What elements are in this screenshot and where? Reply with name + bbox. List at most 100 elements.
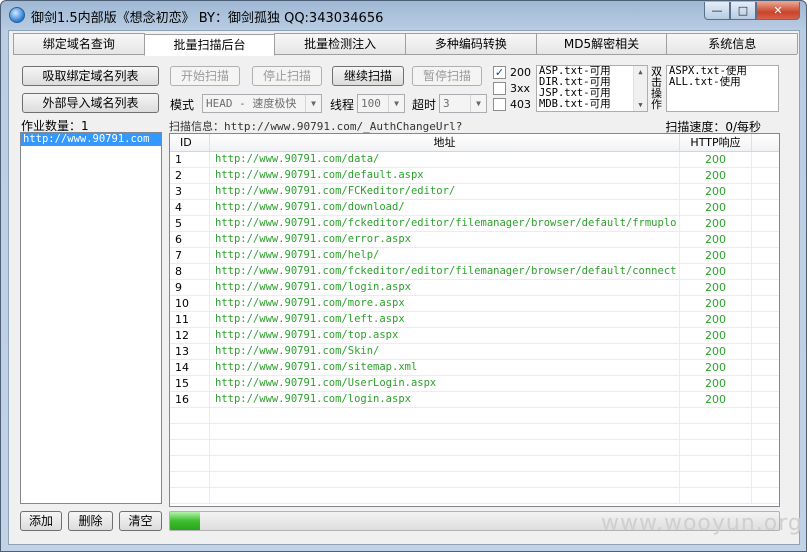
title-bar[interactable]: 御剑1.5内部版《想念初恋》 BY：御剑孤独 QQ:343034656 — □ … xyxy=(1,1,806,29)
timeout-label: 超时 xyxy=(412,98,437,112)
table-row[interactable]: 15 http://www.90791.com/UserLogin.aspx 200 xyxy=(170,376,779,392)
column-header-id[interactable]: ID xyxy=(170,134,210,151)
chevron-down-icon: ▼ xyxy=(470,95,486,112)
table-row[interactable]: 10 http://www.90791.com/more.aspx 200 xyxy=(170,296,779,312)
tab-bar: 绑定域名查询 批量扫描后台 批量检测注入 多种编码转换 MD5解密相关 系统信息 xyxy=(13,33,799,56)
row-http-code: 200 xyxy=(680,200,752,215)
list-item[interactable]: ALL.txt-使用 xyxy=(667,77,778,88)
table-row[interactable]: 5 http://www.90791.com/fckeditor/editor/f… xyxy=(170,216,779,232)
scroll-up-icon[interactable]: ▲ xyxy=(634,67,647,77)
dictionary-scrollbar[interactable]: ▲ ▼ xyxy=(633,66,647,111)
checkmark-icon: ✓ xyxy=(493,66,506,79)
table-row[interactable] xyxy=(170,408,779,424)
tab-2[interactable]: 批量检测注入 xyxy=(274,33,407,54)
scroll-down-icon[interactable]: ▼ xyxy=(634,100,647,110)
delete-button[interactable]: 删除 xyxy=(68,511,113,531)
stop-scan-button[interactable]: 停止扫描 xyxy=(252,66,322,86)
row-filler xyxy=(752,168,779,183)
row-http-code: 200 xyxy=(680,312,752,327)
row-filler xyxy=(752,392,779,407)
chevron-down-icon: ▼ xyxy=(305,95,321,112)
table-row[interactable] xyxy=(170,472,779,488)
table-row[interactable]: 4 http://www.90791.com/download/200 xyxy=(170,200,779,216)
import-bound-domains-button[interactable]: 吸取绑定域名列表 xyxy=(22,66,159,86)
status-200-checkbox[interactable]: ✓ 200 xyxy=(493,66,531,79)
mode-select-value: HEAD - 速度极快 xyxy=(206,97,297,110)
dictionary-list-2[interactable]: ASPX.txt-使用 ALL.txt-使用 xyxy=(666,65,779,112)
column-header-url[interactable]: 地址 xyxy=(210,134,680,151)
row-http-code: 200 xyxy=(680,152,752,167)
threads-select[interactable]: 100 ▼ xyxy=(357,94,405,113)
row-http-code xyxy=(680,488,752,503)
table-row[interactable]: 2 http://www.90791.com/default.aspx 200 xyxy=(170,168,779,184)
table-row[interactable]: 9 http://www.90791.com/login.aspx 200 xyxy=(170,280,779,296)
column-header-http[interactable]: HTTP响应 xyxy=(680,134,752,151)
table-row[interactable]: 1 http://www.90791.com/data/200 xyxy=(170,152,779,168)
minimize-icon: — xyxy=(711,4,723,17)
row-url: http://www.90791.com/more.aspx xyxy=(210,296,680,311)
row-http-code: 200 xyxy=(680,216,752,231)
results-table[interactable]: ID 地址 HTTP响应 1 http://www.90791.com/data/… xyxy=(169,133,780,507)
clear-button[interactable]: 清空 xyxy=(119,511,162,531)
row-id xyxy=(170,408,210,423)
table-row[interactable]: 11 http://www.90791.com/left.aspx 200 xyxy=(170,312,779,328)
row-http-code: 200 xyxy=(680,296,752,311)
threads-label: 线程 xyxy=(330,98,355,112)
dictionary-list[interactable]: ASP.txt-可用 DIR.txt-可用 JSP.txt-可用 MDB.txt… xyxy=(536,65,648,112)
close-button[interactable]: ✕ xyxy=(756,2,800,20)
table-row[interactable] xyxy=(170,488,779,504)
row-id: 5 xyxy=(170,216,210,231)
mode-select[interactable]: HEAD - 速度极快 ▼ xyxy=(202,94,322,113)
row-url: http://www.90791.com/download/ xyxy=(210,200,680,215)
table-row[interactable] xyxy=(170,424,779,440)
table-row[interactable] xyxy=(170,440,779,456)
row-url: http://www.90791.com/data/ xyxy=(210,152,680,167)
tab-3[interactable]: 多种编码转换 xyxy=(405,33,537,54)
row-filler xyxy=(752,344,779,359)
row-id xyxy=(170,424,210,439)
row-url: http://www.90791.com/fckeditor/editor/fi… xyxy=(210,216,680,231)
row-filler xyxy=(752,296,779,311)
row-http-code: 200 xyxy=(680,360,752,375)
row-http-code: 200 xyxy=(680,376,752,391)
row-id: 12 xyxy=(170,328,210,343)
row-url: http://www.90791.com/default.aspx xyxy=(210,168,680,183)
tab-0[interactable]: 绑定域名查询 xyxy=(13,33,145,54)
start-scan-button[interactable]: 开始扫描 xyxy=(170,66,240,86)
status-3xx-checkbox[interactable]: 3xx xyxy=(493,82,530,95)
row-http-code: 200 xyxy=(680,344,752,359)
domain-list[interactable]: http://www.90791.com xyxy=(20,132,162,504)
add-button[interactable]: 添加 xyxy=(20,511,62,531)
row-url: http://www.90791.com/error.aspx xyxy=(210,232,680,247)
row-http-code: 200 xyxy=(680,280,752,295)
pause-scan-button[interactable]: 暂停扫描 xyxy=(412,66,482,86)
row-http-code xyxy=(680,472,752,487)
table-row[interactable] xyxy=(170,456,779,472)
tab-4[interactable]: MD5解密相关 xyxy=(535,33,668,54)
continue-scan-button[interactable]: 继续扫描 xyxy=(332,66,404,86)
row-filler xyxy=(752,312,779,327)
maximize-button[interactable]: □ xyxy=(730,2,756,20)
row-url: http://www.90791.com/left.aspx xyxy=(210,312,680,327)
list-item[interactable]: MDB.txt-可用 xyxy=(537,99,647,110)
row-url xyxy=(210,440,680,455)
row-id: 1 xyxy=(170,152,210,167)
domain-list-item[interactable]: http://www.90791.com xyxy=(21,133,161,146)
row-filler xyxy=(752,440,779,455)
watermark-text: www.wooyun.org xyxy=(601,511,803,536)
table-row[interactable]: 16 http://www.90791.com/login.aspx 200 xyxy=(170,392,779,408)
table-row[interactable]: 6 http://www.90791.com/error.aspx 200 xyxy=(170,232,779,248)
table-row[interactable]: 7 http://www.90791.com/help/200 xyxy=(170,248,779,264)
row-id xyxy=(170,440,210,455)
import-external-domains-button[interactable]: 外部导入域名列表 xyxy=(22,93,159,113)
table-row[interactable]: 14 http://www.90791.com/sitemap.xml 200 xyxy=(170,360,779,376)
tab-5[interactable]: 系统信息 xyxy=(666,33,799,54)
status-403-checkbox[interactable]: 403 xyxy=(493,98,531,111)
minimize-button[interactable]: — xyxy=(704,2,730,20)
table-row[interactable]: 3 http://www.90791.com/FCKeditor/editor/2… xyxy=(170,184,779,200)
timeout-select[interactable]: 3 ▼ xyxy=(439,94,487,113)
table-row[interactable]: 12 http://www.90791.com/top.aspx 200 xyxy=(170,328,779,344)
table-row[interactable]: 13 http://www.90791.com/Skin/200 xyxy=(170,344,779,360)
tab-1[interactable]: 批量扫描后台 xyxy=(143,34,276,56)
table-row[interactable]: 8 http://www.90791.com/fckeditor/editor/f… xyxy=(170,264,779,280)
